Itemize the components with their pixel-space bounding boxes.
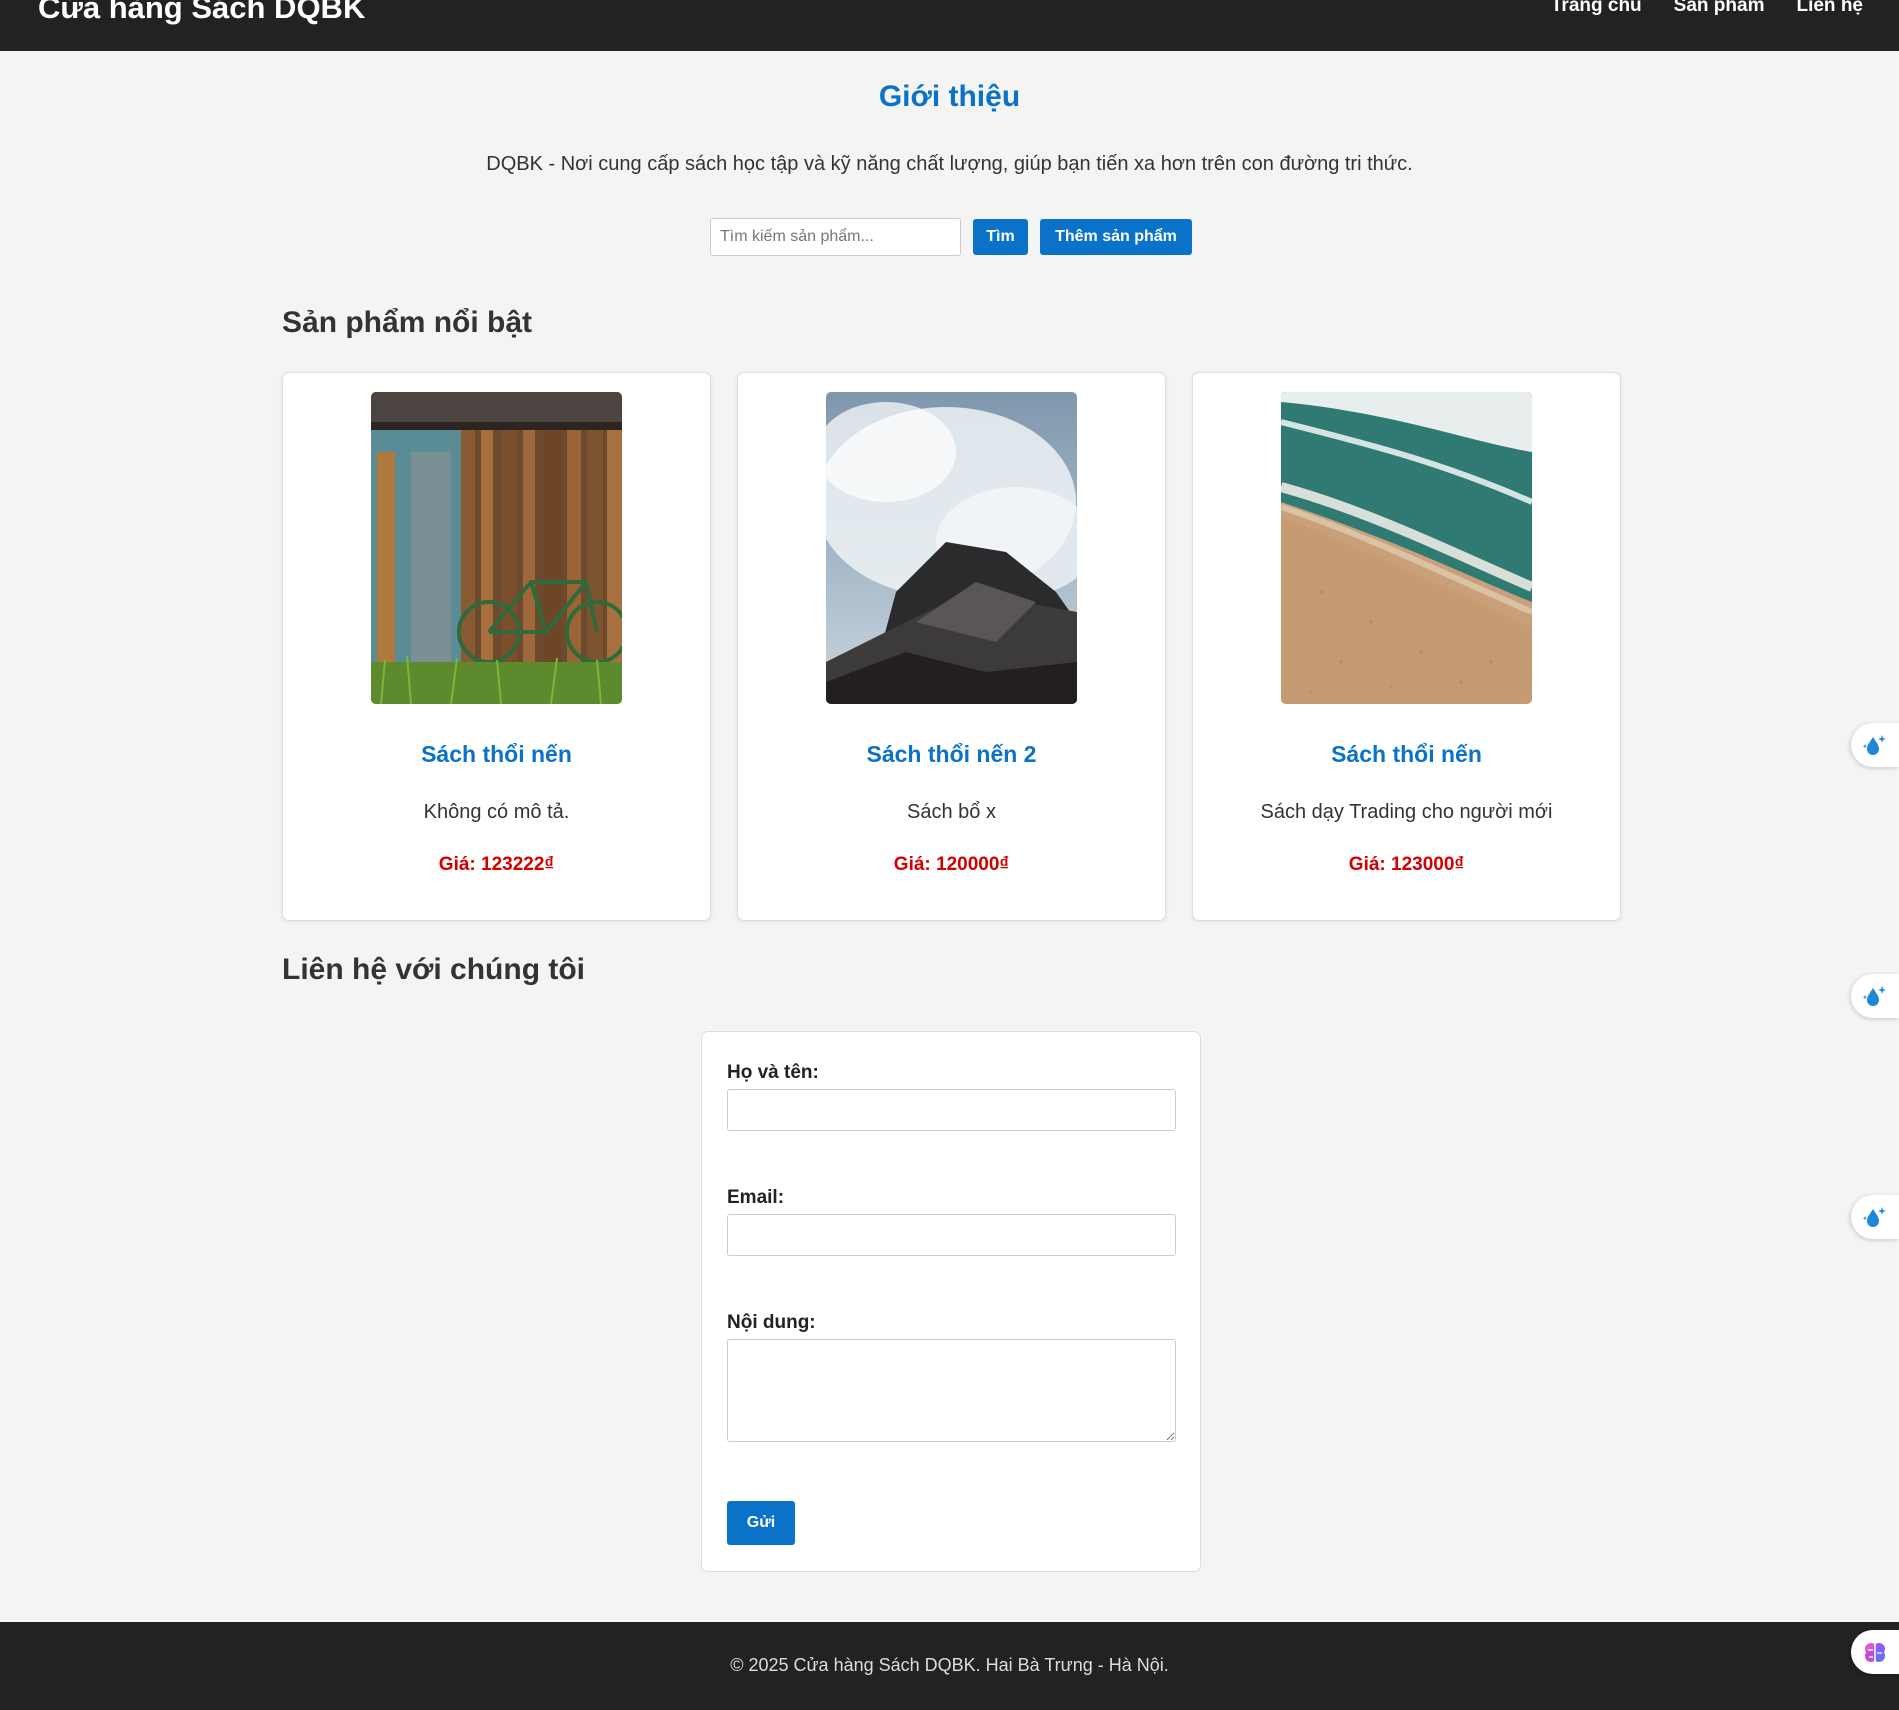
water-drop-sparkle-icon[interactable] (1851, 974, 1899, 1018)
product-card[interactable]: Sách thổi nến 2 Sách bổ x Giá: 120000₫ (737, 372, 1166, 921)
wooden-shed-bicycle-photo (371, 392, 622, 704)
message-field[interactable] (727, 1339, 1176, 1442)
search-button[interactable]: Tìm (973, 219, 1028, 255)
search-bar: Tìm Thêm sản phẩm (710, 218, 1192, 256)
intro-title: Giới thiệu (878, 80, 1021, 113)
product-price: Giá: 123000₫ (1348, 854, 1465, 875)
product-card[interactable]: Sách thổi nến Sách dạy Trading cho người… (1192, 372, 1621, 921)
wave-on-rock-photo (826, 392, 1077, 704)
submit-button[interactable]: Gửi (727, 1501, 795, 1545)
site-brand[interactable]: Cửa hàng Sách DQBK (38, 0, 365, 26)
site-header: Cửa hàng Sách DQBK Trang chủ Sản phẩm Li… (0, 0, 1899, 51)
water-drop-sparkle-icon[interactable] (1851, 1195, 1899, 1239)
name-label: Họ và tên: (727, 1062, 819, 1083)
product-price: Giá: 120000₫ (893, 854, 1010, 875)
name-field[interactable] (727, 1089, 1176, 1131)
product-description: Không có mô tả. (423, 801, 570, 823)
product-description: Sách dạy Trading cho người mới (1260, 801, 1553, 823)
contact-form: Họ và tên: Email: Nội dung: Gửi (701, 1031, 1201, 1572)
nav-link-contact[interactable]: Liên hệ (1796, 0, 1863, 17)
product-list: Sách thổi nến Không có mô tả. Giá: 12322… (282, 372, 1621, 921)
message-label: Nội dung: (727, 1312, 816, 1333)
footer-text: © 2025 Cửa hàng Sách DQBK. Hai Bà Trưng … (730, 1655, 1169, 1675)
search-input[interactable] (710, 218, 961, 256)
product-price: Giá: 123222₫ (438, 854, 555, 875)
product-image (1281, 392, 1532, 704)
main-nav: Trang chủ Sản phẩm Liên hệ (1551, 0, 1863, 17)
beach-aerial-photo (1281, 392, 1532, 704)
product-title[interactable]: Sách thổi nến 2 (738, 741, 1165, 768)
nav-link-home[interactable]: Trang chủ (1551, 0, 1642, 17)
nav-link-products[interactable]: Sản phẩm (1674, 0, 1765, 17)
products-section-title: Sản phẩm nổi bật (282, 306, 533, 339)
product-image (371, 392, 622, 704)
brain-icon[interactable] (1851, 1630, 1899, 1674)
email-field[interactable] (727, 1214, 1176, 1256)
product-image (826, 392, 1077, 704)
product-title[interactable]: Sách thổi nến (1193, 741, 1620, 768)
product-description: Sách bổ x (907, 801, 996, 823)
contact-section-title: Liên hệ với chúng tôi (282, 953, 586, 986)
email-label: Email: (727, 1187, 785, 1208)
site-footer: © 2025 Cửa hàng Sách DQBK. Hai Bà Trưng … (0, 1622, 1899, 1710)
add-product-button[interactable]: Thêm sản phẩm (1040, 219, 1192, 255)
water-drop-sparkle-icon[interactable] (1851, 723, 1899, 767)
intro-text: DQBK - Nơi cung cấp sách học tập và kỹ n… (486, 153, 1413, 175)
product-card[interactable]: Sách thổi nến Không có mô tả. Giá: 12322… (282, 372, 711, 921)
product-title[interactable]: Sách thổi nến (283, 741, 710, 768)
